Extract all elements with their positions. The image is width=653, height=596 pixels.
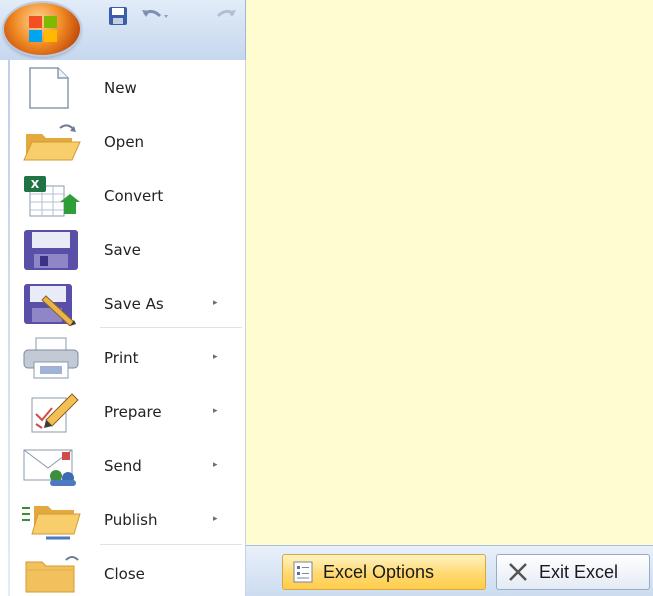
printer-icon xyxy=(23,337,79,379)
menu-item-close[interactable]: Close xyxy=(0,548,246,596)
menu-item-label: Save As xyxy=(104,295,164,313)
qat-redo-button[interactable] xyxy=(212,4,242,28)
submenu-arrow-icon: ▸ xyxy=(213,352,218,362)
menu-item-publish[interactable]: Publish ▸ xyxy=(0,494,246,546)
open-folder-icon xyxy=(23,124,81,161)
menu-item-label: Publish xyxy=(104,511,158,529)
redo-icon xyxy=(216,9,236,18)
office-button-icon xyxy=(29,16,57,42)
office-button[interactable] xyxy=(4,3,80,55)
menu-item-save-as[interactable]: Save As ▸ xyxy=(0,278,246,330)
exit-excel-button[interactable]: Exit Excel xyxy=(496,554,650,590)
menu-item-label: Print xyxy=(104,349,139,367)
menu-separator xyxy=(100,327,242,328)
submenu-arrow-icon: ▸ xyxy=(213,460,218,470)
submenu-arrow-icon: ▸ xyxy=(213,298,218,308)
excel-options-button[interactable]: Excel Options xyxy=(282,554,486,590)
new-document-icon xyxy=(29,67,69,109)
menu-item-label: Send xyxy=(104,457,142,475)
quick-access-toolbar xyxy=(0,0,246,60)
save-icon xyxy=(109,7,127,25)
send-mail-icon xyxy=(23,449,76,486)
submenu-arrow-icon: ▸ xyxy=(213,406,218,416)
menu-item-new[interactable]: New xyxy=(0,62,246,114)
submenu-arrow-icon: ▸ xyxy=(213,514,218,524)
menu-separator xyxy=(100,544,242,545)
menu-item-label: Close xyxy=(104,565,145,583)
publish-folder-icon xyxy=(22,506,81,540)
svg-text:X: X xyxy=(31,178,40,191)
menu-item-label: Convert xyxy=(104,187,164,205)
exit-x-icon xyxy=(509,563,527,581)
options-icon xyxy=(293,561,313,583)
menu-item-prepare[interactable]: Prepare ▸ xyxy=(0,386,246,438)
qat-save-button[interactable] xyxy=(108,4,130,28)
convert-workbook-icon: X xyxy=(24,176,80,217)
menu-item-label: Prepare xyxy=(104,403,162,421)
qat-undo-button[interactable] xyxy=(140,4,174,28)
menu-item-open[interactable]: Open xyxy=(0,116,246,168)
menu-item-label: Save xyxy=(104,241,141,259)
menu-footer: Excel Options Exit Excel xyxy=(246,545,653,596)
menu-item-label: Open xyxy=(104,133,145,151)
undo-icon xyxy=(142,9,168,18)
menu-item-send[interactable]: Send ▸ xyxy=(0,440,246,492)
save-disk-icon xyxy=(24,230,78,270)
menu-item-convert[interactable]: X Convert xyxy=(0,170,246,222)
office-menu: New Open X Convert Save Save As ▸ Print … xyxy=(0,60,246,596)
menu-item-label: New xyxy=(104,79,137,97)
menu-item-save[interactable]: Save xyxy=(0,224,246,276)
exit-excel-label: Exit Excel xyxy=(539,561,619,582)
save-as-icon xyxy=(24,284,76,326)
prepare-pencil-icon xyxy=(31,393,79,433)
excel-options-label: Excel Options xyxy=(323,561,435,582)
close-folder-icon xyxy=(25,556,79,593)
menu-item-print[interactable]: Print ▸ xyxy=(0,332,246,384)
